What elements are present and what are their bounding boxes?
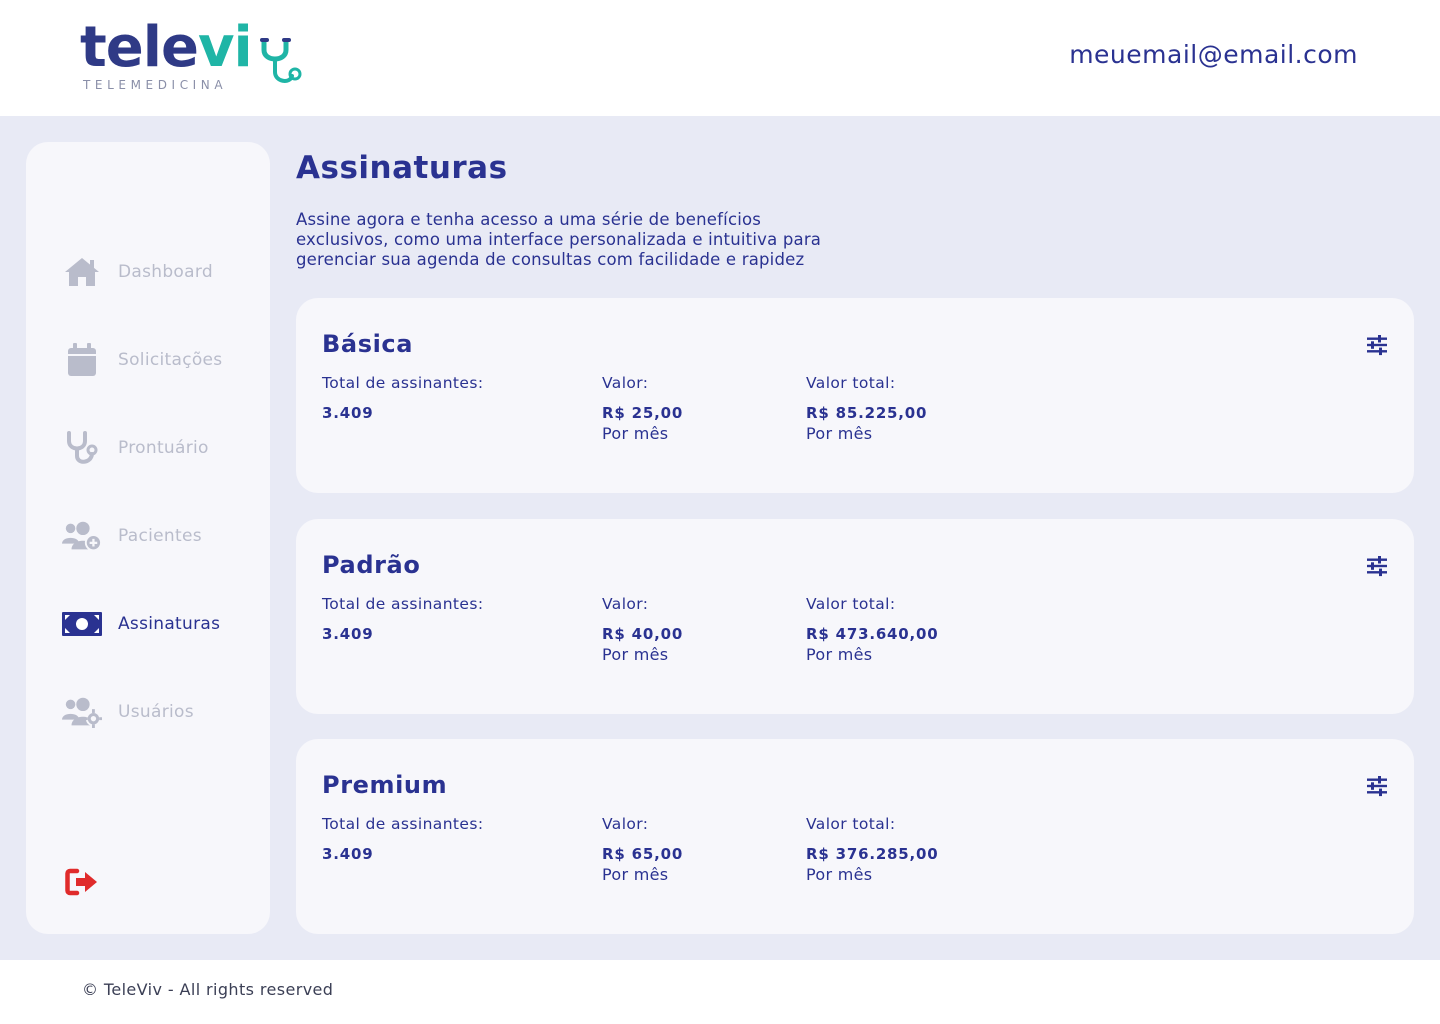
- sidebar-item-usuarios[interactable]: Usuários: [62, 692, 252, 732]
- total-value: R$ 376.285,00: [806, 845, 939, 863]
- price-period: Por mês: [602, 865, 669, 884]
- total-column: Valor total: R$ 473.640,00 Por mês: [806, 595, 939, 664]
- footer-copyright: © TeleViv - All rights reserved: [82, 980, 334, 999]
- price-period: Por mês: [602, 645, 669, 664]
- logo-wordmark: televi: [80, 15, 253, 80]
- price-period: Por mês: [602, 424, 669, 443]
- price-value: R$ 25,00: [602, 404, 684, 422]
- logout-button[interactable]: [62, 864, 102, 900]
- plan-name: Premium: [322, 771, 448, 799]
- subscribers-label: Total de assinantes:: [322, 815, 484, 833]
- price-column: Valor: R$ 25,00 Por mês: [602, 374, 683, 443]
- sidebar-item-label: Usuários: [118, 702, 194, 722]
- sidebar-item-prontuario[interactable]: Prontuário: [62, 428, 252, 468]
- subscribers-column: Total de assinantes: 3.409: [322, 815, 483, 863]
- subscribers-column: Total de assinantes: 3.409: [322, 374, 483, 422]
- plan-card-premium: Premium Total de assinantes: 3.409 Valor…: [296, 739, 1414, 934]
- total-value: R$ 473.640,00: [806, 625, 939, 643]
- plan-card-padrao: Padrão Total de assinantes: 3.409 Valor:…: [296, 519, 1414, 714]
- price-label: Valor:: [602, 815, 649, 833]
- sliders-settings-icon[interactable]: [1366, 775, 1388, 797]
- price-column: Valor: R$ 65,00 Por mês: [602, 815, 683, 884]
- price-column: Valor: R$ 40,00 Por mês: [602, 595, 683, 664]
- top-header: televi TELEMEDICINA meuemail@email.com: [0, 0, 1440, 116]
- sidebar-item-solicitacoes[interactable]: Solicitações: [62, 340, 252, 380]
- home-icon: [62, 252, 102, 292]
- page-title: Assinaturas: [296, 150, 508, 186]
- price-value: R$ 65,00: [602, 845, 684, 863]
- sidebar-item-pacientes[interactable]: Pacientes: [62, 516, 252, 556]
- total-column: Valor total: R$ 376.285,00 Por mês: [806, 815, 939, 884]
- sliders-settings-icon[interactable]: [1366, 555, 1388, 577]
- sidebar: Dashboard Solicitações Prontuário Pacien…: [26, 142, 270, 934]
- subscribers-value: 3.409: [322, 625, 374, 643]
- subscribers-label: Total de assinantes:: [322, 374, 484, 392]
- sidebar-item-dashboard[interactable]: Dashboard: [62, 252, 252, 292]
- calendar-icon: [62, 340, 102, 380]
- price-value: R$ 40,00: [602, 625, 684, 643]
- sidebar-item-label: Dashboard: [118, 262, 213, 282]
- sidebar-item-assinaturas[interactable]: Assinaturas: [62, 604, 252, 644]
- stethoscope-icon: [62, 428, 102, 468]
- plan-name: Básica: [322, 330, 414, 358]
- logo-subtitle: TELEMEDICINA: [83, 78, 228, 92]
- total-label: Valor total:: [806, 815, 896, 833]
- subscribers-label: Total de assinantes:: [322, 595, 484, 613]
- sidebar-item-label: Pacientes: [118, 526, 202, 546]
- user-email[interactable]: meuemail@email.com: [1069, 40, 1358, 69]
- plan-name: Padrão: [322, 551, 421, 579]
- sliders-settings-icon[interactable]: [1366, 334, 1388, 356]
- sidebar-item-label: Prontuário: [118, 438, 209, 458]
- sidebar-item-label: Solicitações: [118, 350, 223, 370]
- total-label: Valor total:: [806, 595, 896, 613]
- total-period: Por mês: [806, 865, 873, 884]
- plan-card-basica: Básica Total de assinantes: 3.409 Valor:…: [296, 298, 1414, 493]
- televiv-logo[interactable]: televi TELEMEDICINA: [80, 16, 302, 94]
- subscribers-column: Total de assinantes: 3.409: [322, 595, 483, 643]
- price-label: Valor:: [602, 595, 649, 613]
- users-gear-icon: [62, 692, 102, 732]
- price-label: Valor:: [602, 374, 649, 392]
- page-description: Assine agora e tenha acesso a uma série …: [296, 210, 822, 269]
- users-plus-icon: [62, 516, 102, 556]
- sidebar-item-label: Assinaturas: [118, 614, 221, 634]
- total-column: Valor total: R$ 85.225,00 Por mês: [806, 374, 927, 443]
- subscribers-value: 3.409: [322, 845, 374, 863]
- stethoscope-logo-icon: [260, 38, 302, 83]
- total-period: Por mês: [806, 424, 873, 443]
- logout-icon: [65, 868, 97, 896]
- total-label: Valor total:: [806, 374, 896, 392]
- total-period: Por mês: [806, 645, 873, 664]
- total-value: R$ 85.225,00: [806, 404, 928, 422]
- money-bill-icon: [62, 604, 102, 644]
- subscribers-value: 3.409: [322, 404, 374, 422]
